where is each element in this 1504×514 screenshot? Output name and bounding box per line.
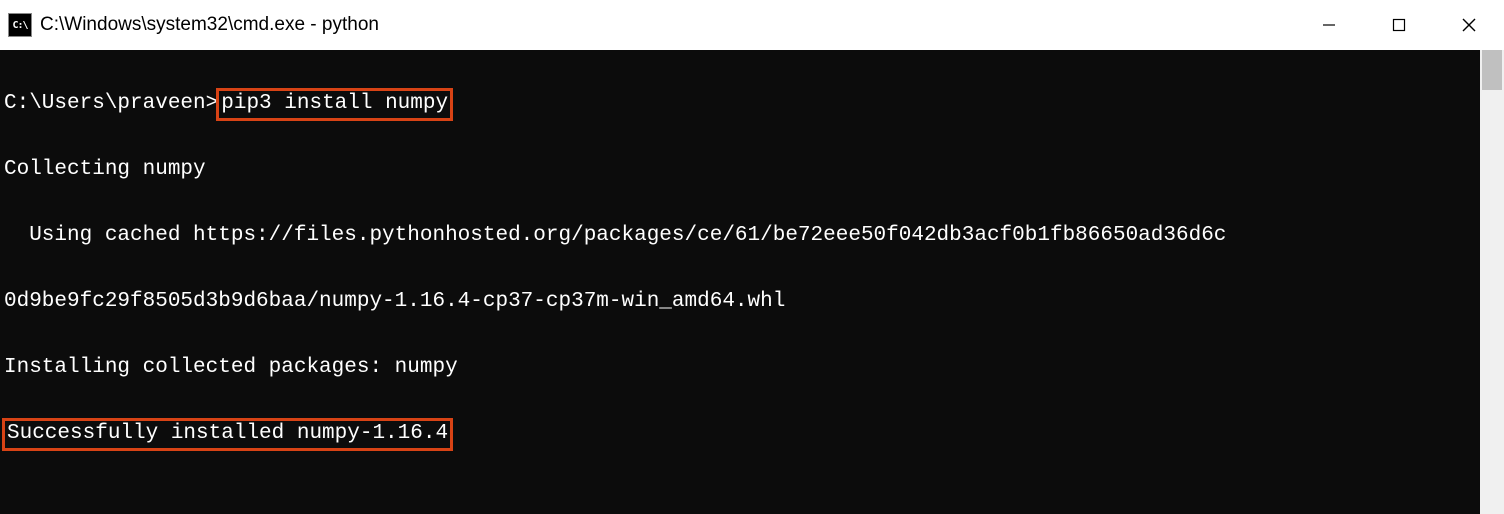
window-title: C:\Windows\system32\cmd.exe - python bbox=[40, 14, 379, 36]
highlight-command: pip3 install numpy bbox=[216, 88, 453, 121]
output-line: Installing collected packages: numpy bbox=[4, 351, 1480, 384]
cmd-icon-label: C:\ bbox=[12, 20, 27, 31]
scrollbar-thumb[interactable] bbox=[1482, 50, 1502, 90]
output-line: 0d9be9fc29f8505d3b9d6baa/numpy-1.16.4-cp… bbox=[4, 285, 1480, 318]
success-text: Successfully installed numpy-1.16.4 bbox=[7, 422, 448, 445]
titlebar-left: C:\ C:\Windows\system32\cmd.exe - python bbox=[8, 13, 379, 37]
window-controls bbox=[1294, 0, 1504, 50]
cmd-icon: C:\ bbox=[8, 13, 32, 37]
output-line: Collecting numpy bbox=[4, 153, 1480, 186]
highlight-success: Successfully installed numpy-1.16.4 bbox=[2, 418, 453, 451]
terminal-area: C:\Users\praveen>pip3 install numpy Coll… bbox=[0, 50, 1504, 514]
output-line: Using cached https://files.pythonhosted.… bbox=[4, 219, 1480, 252]
close-button[interactable] bbox=[1434, 0, 1504, 50]
titlebar: C:\ C:\Windows\system32\cmd.exe - python bbox=[0, 0, 1504, 50]
maximize-button[interactable] bbox=[1364, 0, 1434, 50]
command-text: pip3 install numpy bbox=[221, 92, 448, 115]
prompt: C:\Users\praveen> bbox=[4, 92, 218, 115]
terminal[interactable]: C:\Users\praveen>pip3 install numpy Coll… bbox=[0, 50, 1480, 514]
minimize-button[interactable] bbox=[1294, 0, 1364, 50]
scrollbar[interactable] bbox=[1480, 50, 1504, 514]
